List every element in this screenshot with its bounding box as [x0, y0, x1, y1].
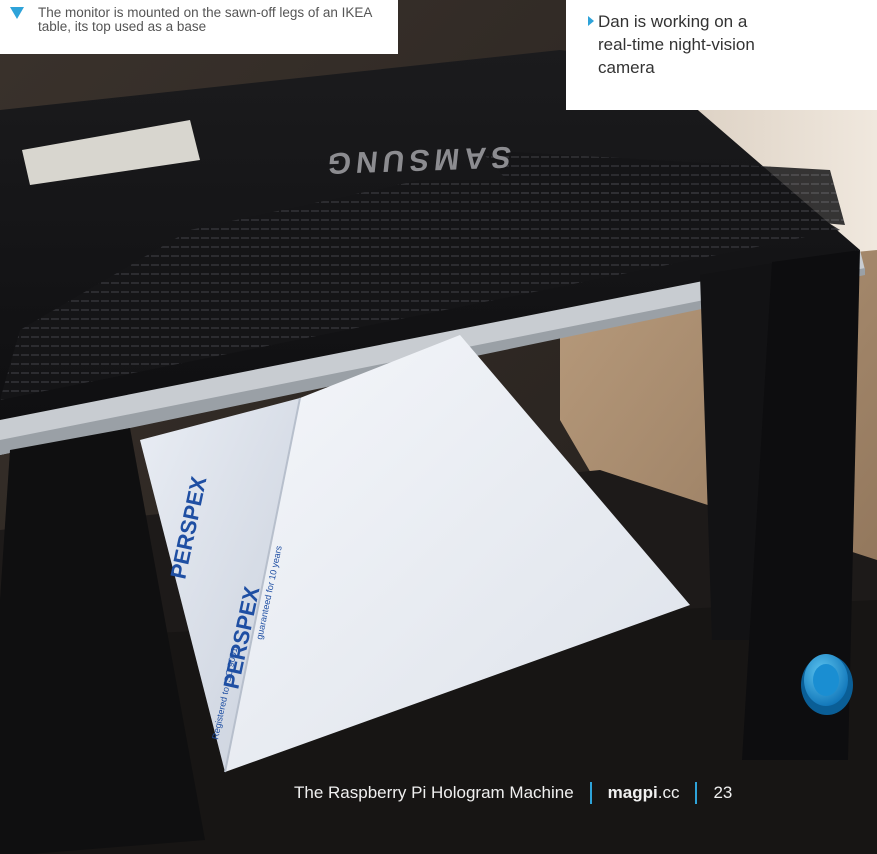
side-caption-text: Dan is working on a real-time night-visi…: [598, 12, 755, 77]
photo-hologram-machine: SAMSUNG PERSPEX PERSPEX Registered to IS…: [0, 0, 877, 854]
monitor-brand-text: SAMSUNG: [321, 140, 513, 180]
footer-brand-rest: .cc: [657, 783, 680, 802]
caption-arrow-icon: [10, 7, 24, 19]
photo-caption: The monitor is mounted on the sawn-off l…: [0, 0, 398, 54]
side-caption-arrow-icon: [588, 16, 594, 26]
footer-brand: magpi.cc: [608, 783, 680, 803]
page-footer: The Raspberry Pi Hologram Machine magpi.…: [294, 781, 732, 805]
footer-separator: [589, 782, 592, 804]
side-caption: Dan is working on a real-time night-visi…: [566, 0, 877, 110]
page-number: 23: [713, 783, 733, 802]
footer-brand-bold: magpi: [607, 783, 658, 802]
footer-separator: [695, 782, 698, 804]
footer-article-title: The Raspberry Pi Hologram Machine: [294, 783, 574, 802]
caption-text: The monitor is mounted on the sawn-off l…: [38, 5, 372, 34]
